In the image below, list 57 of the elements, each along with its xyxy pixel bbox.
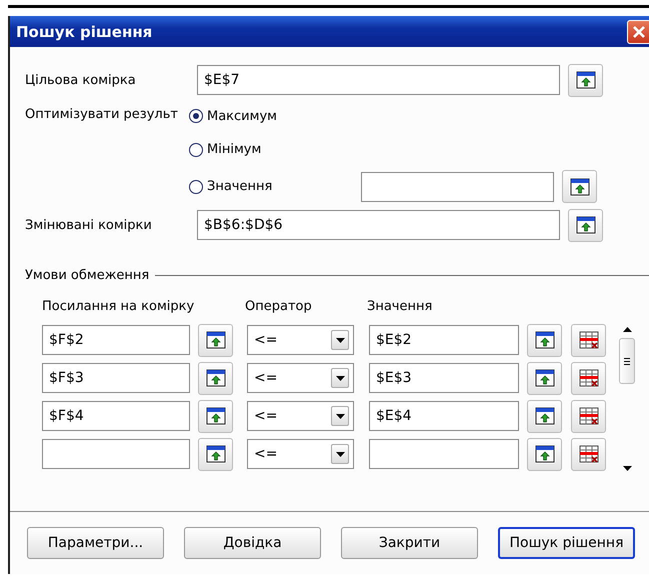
field-label: Оптимізувати результ	[25, 107, 179, 124]
input-field[interactable]: $F$3	[42, 363, 190, 393]
close-icon	[632, 24, 646, 38]
table-delete-icon	[578, 369, 598, 387]
operator-dropdown[interactable]: <=	[247, 439, 354, 469]
caret-icon	[336, 452, 344, 456]
dialog-button[interactable]: Параметри...	[27, 527, 164, 559]
shrink-button[interactable]	[198, 324, 233, 356]
down-arrow-icon	[622, 466, 632, 471]
section-title: Умови обмеження	[25, 268, 150, 283]
operator-dropdown[interactable]: <=	[247, 363, 354, 393]
input-field[interactable]	[42, 439, 190, 469]
table-delete-icon	[578, 445, 598, 463]
input-field[interactable]	[361, 172, 554, 202]
dialog-button[interactable]: Довідка	[184, 527, 321, 559]
field-label: Цільова комірка	[25, 72, 137, 88]
shrink-button[interactable]	[198, 400, 233, 432]
radio-button[interactable]: Значення	[189, 179, 361, 194]
delete-button[interactable]	[571, 324, 606, 356]
shrink-button[interactable]	[198, 438, 233, 470]
operator-dropdown[interactable]: <=	[247, 325, 354, 355]
shrink-button[interactable]	[198, 362, 233, 394]
shrink-button[interactable]	[527, 400, 562, 432]
caret-icon	[336, 414, 344, 418]
input-field[interactable]: $E$7	[197, 65, 560, 95]
shrink-button[interactable]	[562, 170, 597, 203]
input-field[interactable]: $E$4	[369, 401, 519, 431]
operator-dropdown[interactable]: <=	[247, 401, 354, 431]
field-label: Змінювані комірки	[25, 218, 153, 232]
input-field[interactable]: $F$4	[42, 401, 190, 431]
column-header: Посилання на комірку	[42, 299, 196, 316]
shrink-button[interactable]	[527, 324, 562, 356]
shrink-button[interactable]	[568, 208, 603, 242]
input-field[interactable]	[369, 439, 519, 469]
delete-button[interactable]	[571, 400, 606, 432]
table-delete-icon	[578, 331, 598, 349]
close-button[interactable]	[627, 20, 649, 44]
input-field[interactable]: $E$2	[369, 325, 519, 355]
window-title: Пошук рішення	[16, 22, 152, 40]
dialog-button[interactable]: Пошук рішення	[498, 527, 635, 559]
up-arrow-icon	[622, 327, 632, 332]
caret-icon	[336, 376, 344, 380]
input-field[interactable]: $B$6:$D$6	[197, 210, 560, 240]
radio-button[interactable]: Максимум	[189, 108, 361, 124]
shrink-button[interactable]	[568, 64, 603, 96]
shrink-button[interactable]	[527, 438, 562, 470]
input-field[interactable]: $E$3	[369, 363, 519, 393]
delete-button[interactable]	[571, 362, 606, 394]
column-header: Значення	[367, 299, 432, 316]
dialog-button[interactable]: Закрити	[341, 527, 478, 559]
column-header: Оператор	[245, 299, 313, 316]
table-delete-icon	[578, 407, 598, 425]
shrink-button[interactable]	[527, 362, 562, 394]
caret-icon	[336, 338, 344, 342]
input-field[interactable]: $F$2	[42, 325, 190, 355]
delete-button[interactable]	[571, 438, 606, 470]
radio-button[interactable]: Мінімум	[189, 142, 361, 157]
